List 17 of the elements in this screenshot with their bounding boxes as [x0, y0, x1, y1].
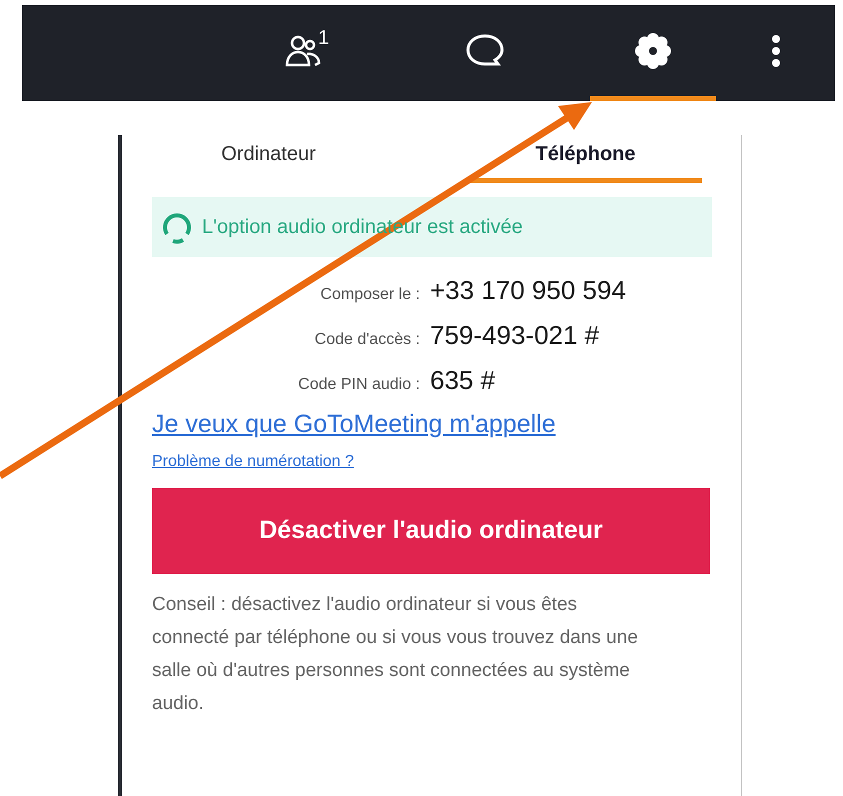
participant-count: 1: [318, 26, 330, 51]
dialing-help-link[interactable]: Problème de numérotation ?: [152, 450, 354, 474]
settings-icon: [633, 30, 673, 70]
disable-audio-button[interactable]: Désactiver l'audio ordinateur: [152, 488, 710, 574]
tip-text: Conseil : désactivez l'audio ordinateur si vous êtes connecté par téléphone ou si vous vous trouvez dans une salle où d'autres personnes sont connectées au système audio.: [152, 592, 639, 716]
dial-value: +33 170 950 594: [430, 274, 626, 307]
dial-value: 759-493-021 #: [430, 319, 600, 352]
dial-label: Code PIN audio :: [297, 375, 421, 395]
audio-tab[interactable]: Téléphone: [469, 135, 702, 183]
dial-value: 635 #: [430, 364, 496, 397]
people-tab[interactable]: 1: [230, 5, 380, 101]
call-me-link[interactable]: Je veux que GoToMeeting m'appelle: [152, 406, 556, 444]
more-icon: [770, 32, 782, 68]
dial-label: Composer le :: [319, 285, 421, 305]
chat-icon: [465, 32, 505, 68]
dial-label: Code d'accès :: [314, 330, 421, 350]
audio-tab[interactable]: Ordinateur: [152, 135, 385, 183]
